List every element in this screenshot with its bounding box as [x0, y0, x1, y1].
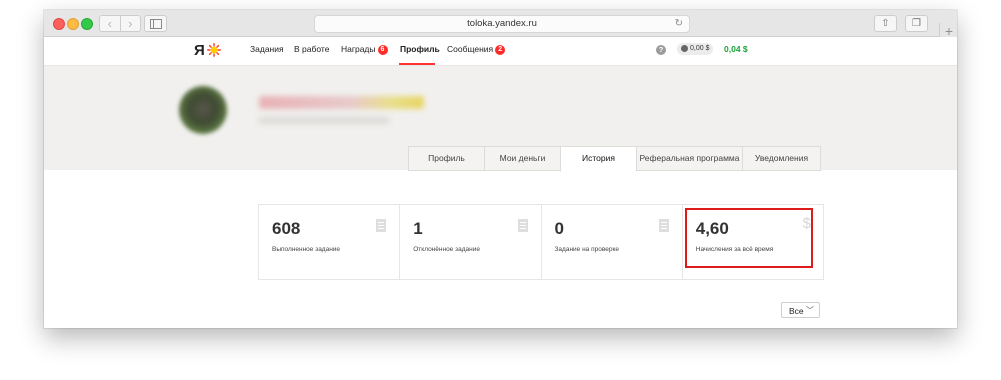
minimize-window-button[interactable] — [67, 18, 79, 30]
close-window-button[interactable] — [53, 18, 65, 30]
balance-amount[interactable]: 0,04 $ — [724, 44, 748, 54]
avatar — [179, 86, 227, 134]
chevron-down-icon: ﹀ — [806, 306, 814, 315]
rewards-count-badge: 6 — [377, 44, 388, 55]
nav-profile[interactable]: Профиль — [400, 44, 440, 54]
active-nav-indicator — [399, 63, 435, 65]
document-icon — [517, 219, 528, 232]
back-button[interactable]: ‹ — [100, 16, 121, 31]
toloka-sun-icon — [207, 43, 221, 57]
tabs-overview-button[interactable]: ❐ — [905, 15, 928, 32]
address-bar[interactable]: toloka.yandex.ru ↻ — [314, 15, 690, 33]
share-button[interactable]: ⇧ — [874, 15, 897, 32]
tab-notifications[interactable]: Уведомления — [742, 146, 821, 171]
tab-my-money[interactable]: Мои деньги — [484, 146, 560, 171]
stat-label: Задание на проверке — [554, 246, 620, 253]
tab-profile[interactable]: Профиль — [408, 146, 484, 171]
stat-on-review: 0 Задание на проверке — [542, 205, 683, 279]
stat-label: Отклонённое задание — [413, 246, 480, 253]
nav-tasks[interactable]: Задания — [250, 44, 284, 54]
balance-pill[interactable]: 0,00 $ — [677, 43, 714, 55]
highlight-box — [685, 208, 813, 268]
help-icon[interactable]: ? — [656, 45, 666, 55]
browser-window: ‹ › toloka.yandex.ru ↻ ⇧ ❐ + Я Задания В… — [44, 10, 957, 328]
yandex-logo[interactable]: Я — [194, 42, 205, 59]
stat-value: 1 — [413, 219, 423, 238]
history-nav: ‹ › — [99, 15, 141, 32]
blurred-username — [259, 96, 424, 109]
stat-completed: 608 Выполненное задание — [259, 205, 401, 279]
stat-value: 608 — [272, 219, 301, 238]
reload-icon[interactable]: ↻ — [675, 16, 683, 32]
stat-rejected: 1 Отклонённое задание — [400, 205, 542, 279]
coin-icon — [681, 44, 688, 52]
forward-button[interactable]: › — [121, 16, 141, 31]
stat-value: 0 — [554, 219, 564, 238]
nav-in-work[interactable]: В работе — [294, 44, 329, 54]
messages-count-badge: 2 — [495, 44, 506, 55]
blurred-subtitle — [259, 117, 389, 124]
zoom-window-button[interactable] — [81, 18, 93, 30]
nav-rewards-label: Награды — [341, 44, 376, 54]
document-icon — [376, 219, 387, 232]
nav-rewards[interactable]: Награды 6 — [341, 44, 388, 55]
tab-referral-program[interactable]: Реферальная программа — [636, 146, 742, 171]
filter-selected-value: Все — [789, 306, 804, 316]
site-header: Я Задания В работе Награды 6 Профиль Сооб… — [44, 37, 957, 66]
nav-messages[interactable]: Сообщения 2 — [447, 44, 506, 55]
stat-label: Выполненное задание — [272, 246, 341, 253]
profile-tabs: Профиль Мои деньги История Реферальная п… — [408, 146, 822, 172]
balance-pill-value: 0,00 $ — [690, 45, 710, 52]
browser-toolbar: ‹ › toloka.yandex.ru ↻ ⇧ ❐ + — [44, 10, 957, 39]
sidebar-toggle-button[interactable] — [144, 15, 167, 32]
history-filter-select[interactable]: Все ﹀ — [781, 302, 820, 318]
document-icon — [658, 219, 669, 232]
tab-history[interactable]: История — [560, 146, 636, 172]
nav-messages-label: Сообщения — [447, 44, 494, 54]
url-text: toloka.yandex.ru — [467, 18, 537, 29]
